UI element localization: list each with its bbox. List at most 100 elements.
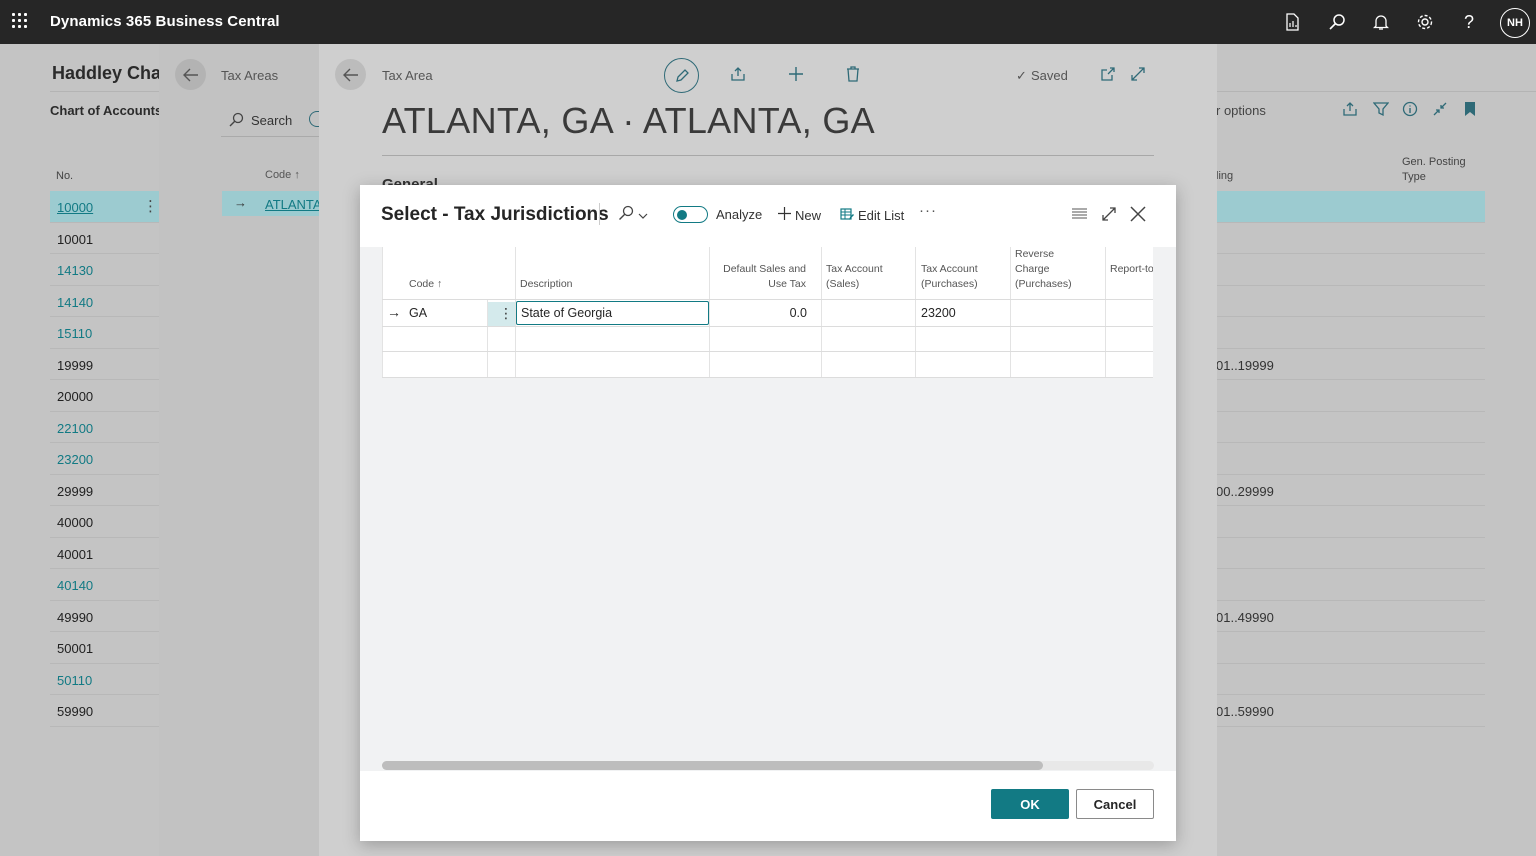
column-header-gen-posting-type[interactable]: Gen. Posting Type <box>1402 155 1482 185</box>
page-title: ATLANTA, GA · ATLANTA, GA <box>382 100 875 141</box>
edit-list-label: Edit List <box>858 208 905 223</box>
bell-icon[interactable] <box>1370 11 1392 33</box>
bookmark-icon[interactable] <box>1462 101 1478 117</box>
top-app-bar: Dynamics 365 Business Central ? NH <box>0 0 1536 44</box>
description-value: State of Georgia <box>521 306 613 320</box>
account-no-cell: 59990 <box>57 704 94 719</box>
gear-icon[interactable] <box>1414 11 1436 33</box>
avatar[interactable]: NH <box>1500 8 1530 38</box>
dialog-footer: OK Cancel <box>360 771 1176 841</box>
saved-status: Saved <box>1031 68 1068 83</box>
account-no-cell[interactable]: 50110 <box>57 673 92 688</box>
column-header-report-to-jurisdiction[interactable]: Report-to Jurisdiction <box>1110 262 1153 277</box>
info-icon[interactable] <box>1402 101 1418 117</box>
account-no-cell[interactable]: 14140 <box>57 295 93 310</box>
search-icon[interactable] <box>229 112 244 130</box>
totaling-cell: 01..49990 <box>1216 609 1274 625</box>
tax-account-purchases-cell[interactable]: 23200 <box>921 306 956 320</box>
totaling-cell: 00..29999 <box>1216 483 1274 499</box>
more-options-button[interactable]: ··· <box>919 202 937 219</box>
more-vertical-icon[interactable]: ⋮ <box>143 197 158 215</box>
page-title: Tax Areas <box>221 68 279 83</box>
totaling-cell: 01..19999 <box>1216 357 1274 373</box>
search-icon <box>618 205 634 224</box>
column-header-description[interactable]: Description <box>520 277 573 292</box>
totaling-cell: 01..59990 <box>1216 704 1274 719</box>
tax-areas-page: Tax Areas Search Code ↑ → ATLANTA <box>159 44 323 856</box>
column-header-code[interactable]: Code ↑ <box>265 169 300 181</box>
account-no-cell: 20000 <box>57 389 94 404</box>
dialog-header: Select - Tax Jurisdictions Analyze New E… <box>360 185 1176 247</box>
table-row[interactable]: → ATLANTA <box>222 191 322 216</box>
share-icon[interactable] <box>1342 101 1358 117</box>
account-no-cell[interactable]: 14130 <box>57 263 93 278</box>
dialog-title: Select - Tax Jurisdictions <box>381 204 609 225</box>
divider <box>382 155 1154 156</box>
column-header-tax-account-sales[interactable]: Tax Account (Sales) <box>826 262 906 292</box>
account-no-cell: 40000 <box>57 515 94 530</box>
account-no-cell: 10001 <box>57 231 94 247</box>
column-header-default-sales-use-tax[interactable]: Default Sales and Use Tax <box>714 262 806 292</box>
horizontal-scrollbar[interactable] <box>382 761 1154 770</box>
more-vertical-icon: ⋮ <box>499 305 513 321</box>
company-title: Haddley Cha <box>52 63 162 83</box>
close-icon[interactable] <box>1129 205 1147 223</box>
account-no-cell: 50001 <box>57 641 94 656</box>
search-icon[interactable] <box>1326 11 1348 33</box>
edit-list-icon <box>840 207 854 224</box>
column-header-totaling[interactable]: ling <box>1216 170 1233 182</box>
tax-jurisdictions-grid: Code ↑ Description Default Sales and Use… <box>382 247 1153 378</box>
code-cell[interactable]: GA <box>409 306 427 320</box>
back-button[interactable] <box>335 59 366 90</box>
back-button[interactable] <box>175 59 206 90</box>
column-header-tax-account-purchases[interactable]: Tax Account (Purchases) <box>921 262 1001 292</box>
analyze-label[interactable]: Analyze <box>716 207 762 222</box>
breadcrumb: Tax Area <box>382 68 433 83</box>
account-no-cell: 49990 <box>57 609 94 625</box>
column-header-reverse-charge[interactable]: Reverse Charge (Purchases) <box>1015 247 1085 292</box>
open-new-window-icon[interactable] <box>1099 65 1117 83</box>
tax-area-code-link[interactable]: ATLANTA <box>265 197 322 212</box>
report-icon[interactable] <box>1281 11 1303 33</box>
column-header-code[interactable]: Code ↑ <box>409 277 442 292</box>
ok-button[interactable]: OK <box>991 789 1069 819</box>
account-no-cell[interactable]: 15110 <box>57 326 92 341</box>
row-arrow-icon: → <box>387 304 401 320</box>
analyze-toggle[interactable] <box>673 206 708 223</box>
row-actions-button[interactable]: ⋮ <box>488 302 515 326</box>
app-launcher-icon[interactable] <box>12 13 28 29</box>
edit-list-button[interactable]: Edit List <box>840 207 904 224</box>
expand-icon[interactable] <box>1129 65 1147 83</box>
search-button[interactable] <box>618 205 654 223</box>
collapse-icon[interactable] <box>1432 101 1448 117</box>
filter-icon[interactable] <box>1373 101 1389 117</box>
page-tab-chart-of-accounts[interactable]: Chart of Accounts: <box>50 103 167 118</box>
filter-options-link[interactable]: r options <box>1216 103 1266 118</box>
account-no-cell: 40001 <box>57 546 94 562</box>
account-no-cell[interactable]: 23200 <box>57 452 93 467</box>
account-no-cell[interactable]: 10000 <box>57 200 93 215</box>
edit-pencil-icon[interactable] <box>664 58 699 93</box>
list-view-icon[interactable] <box>1070 205 1088 223</box>
divider <box>221 136 321 137</box>
share-icon[interactable] <box>729 65 747 83</box>
new-button[interactable]: New <box>778 207 821 223</box>
delete-icon[interactable] <box>844 65 862 83</box>
account-no-cell[interactable]: 40140 <box>57 578 93 593</box>
divider <box>599 203 600 225</box>
default-sales-use-tax-cell[interactable]: 0.0 <box>714 306 807 320</box>
column-header-no[interactable]: No. <box>56 170 73 182</box>
account-no-cell[interactable]: 22100 <box>57 421 93 436</box>
search-button[interactable]: Search <box>251 113 292 128</box>
scrollbar-thumb[interactable] <box>382 761 1043 770</box>
expand-icon[interactable] <box>1100 205 1118 223</box>
select-tax-jurisdictions-dialog: Select - Tax Jurisdictions Analyze New E… <box>360 185 1176 841</box>
plus-icon <box>778 207 791 223</box>
help-icon[interactable]: ? <box>1458 11 1480 33</box>
chevron-down-icon <box>638 207 648 222</box>
add-icon[interactable] <box>787 65 805 83</box>
account-no-cell: 19999 <box>57 357 94 373</box>
cancel-button[interactable]: Cancel <box>1076 789 1154 819</box>
description-field[interactable]: State of Georgia <box>516 301 709 325</box>
row-arrow-icon: → <box>234 195 247 210</box>
